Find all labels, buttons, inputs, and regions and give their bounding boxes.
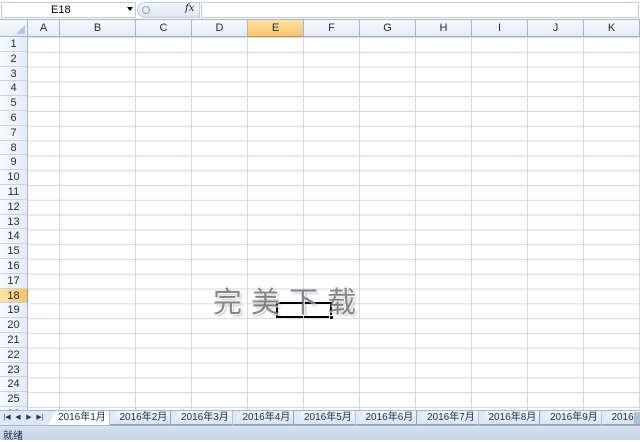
sheet-nav-buttons: |◀◀▶▶| xyxy=(0,411,48,425)
row-header-22[interactable]: 22 xyxy=(0,348,28,363)
row-header-21[interactable]: 21 xyxy=(0,333,28,348)
formula-bar: E18 fx xyxy=(0,0,640,20)
name-box[interactable]: E18 xyxy=(1,2,136,18)
name-box-value: E18 xyxy=(51,4,71,16)
row-header-25[interactable]: 25 xyxy=(0,392,28,407)
row-header-3[interactable]: 3 xyxy=(0,67,28,82)
gridline xyxy=(191,37,192,410)
sheet-tabs: 2016年1月2016年2月2016年3月2016年4月2016年5月2016年… xyxy=(48,411,640,425)
row-header-24[interactable]: 24 xyxy=(0,377,28,392)
gridline xyxy=(527,37,528,410)
row-header-14[interactable]: 14 xyxy=(0,229,28,244)
row-header-12[interactable]: 12 xyxy=(0,200,28,215)
column-header-b[interactable]: B xyxy=(60,20,136,37)
column-header-a[interactable]: A xyxy=(28,20,60,37)
gridline xyxy=(135,37,136,410)
row-header-10[interactable]: 10 xyxy=(0,170,28,185)
sheet-tab-bar: |◀◀▶▶| 2016年1月2016年2月2016年3月2016年4月2016年… xyxy=(0,410,640,425)
row-header-23[interactable]: 23 xyxy=(0,363,28,378)
cell-area[interactable] xyxy=(28,37,640,410)
insert-function-button[interactable]: fx xyxy=(185,3,194,14)
status-bar: 就绪 xyxy=(0,425,640,440)
row-header-2[interactable]: 2 xyxy=(0,52,28,67)
sheet-tab[interactable]: 2016年4月 xyxy=(233,411,295,425)
next-sheet-icon[interactable]: ▶ xyxy=(24,413,34,423)
select-all-icon xyxy=(16,25,25,34)
row-header-18[interactable]: 18 xyxy=(0,289,28,304)
formula-input[interactable] xyxy=(201,2,639,18)
column-header-h[interactable]: H xyxy=(416,20,472,37)
select-all-button[interactable] xyxy=(0,20,28,37)
row-header-20[interactable]: 20 xyxy=(0,318,28,333)
column-header-c[interactable]: C xyxy=(136,20,192,37)
row-header-17[interactable]: 17 xyxy=(0,274,28,289)
row-header-11[interactable]: 11 xyxy=(0,185,28,200)
row-header-1[interactable]: 1 xyxy=(0,37,28,52)
row-header-13[interactable]: 13 xyxy=(0,215,28,230)
sheet-tab[interactable]: 2016年7月 xyxy=(417,411,479,425)
row-header-8[interactable]: 8 xyxy=(0,141,28,156)
row-header-19[interactable]: 19 xyxy=(0,303,28,318)
row-header-6[interactable]: 6 xyxy=(0,111,28,126)
column-header-i[interactable]: I xyxy=(472,20,528,37)
column-headers: ABCDEFGHIJK xyxy=(28,20,640,37)
column-header-d[interactable]: D xyxy=(192,20,248,37)
column-header-f[interactable]: F xyxy=(304,20,360,37)
chevron-down-icon[interactable] xyxy=(127,7,133,11)
sheet-tab[interactable]: 2016年1月 xyxy=(48,411,110,425)
column-header-j[interactable]: J xyxy=(528,20,584,37)
gridline xyxy=(59,37,60,410)
column-header-e[interactable]: E xyxy=(248,20,304,37)
first-sheet-icon[interactable]: |◀ xyxy=(2,413,12,423)
last-sheet-icon[interactable]: ▶| xyxy=(35,413,45,423)
insert-function-area: fx xyxy=(137,2,200,18)
column-header-g[interactable]: G xyxy=(360,20,416,37)
row-header-15[interactable]: 15 xyxy=(0,244,28,259)
tab-split-handle[interactable] xyxy=(634,412,640,424)
sheet-tab[interactable]: 2016年2月 xyxy=(110,411,172,425)
sheet-tab[interactable]: 2016年8月 xyxy=(479,411,541,425)
active-cell[interactable] xyxy=(276,302,332,318)
gridline xyxy=(471,37,472,410)
resize-handle-icon[interactable] xyxy=(142,6,150,14)
row-header-7[interactable]: 7 xyxy=(0,126,28,141)
gridline xyxy=(583,37,584,410)
fill-handle[interactable] xyxy=(329,315,334,320)
prev-sheet-icon[interactable]: ◀ xyxy=(13,413,23,423)
row-header-9[interactable]: 9 xyxy=(0,155,28,170)
sheet-tab[interactable]: 2016年5月 xyxy=(294,411,356,425)
gridline xyxy=(359,37,360,410)
sheet-tab[interactable]: 2016年3月 xyxy=(171,411,233,425)
row-header-16[interactable]: 16 xyxy=(0,259,28,274)
gridline xyxy=(247,37,248,410)
sheet-tab[interactable]: 2016年6月 xyxy=(356,411,418,425)
column-header-k[interactable]: K xyxy=(584,20,640,37)
row-header-4[interactable]: 4 xyxy=(0,81,28,96)
gridline xyxy=(415,37,416,410)
gridline xyxy=(303,37,304,410)
worksheet-grid: ABCDEFGHIJK 1234567891011121314151617181… xyxy=(0,20,640,410)
row-header-5[interactable]: 5 xyxy=(0,96,28,111)
sheet-tab[interactable]: 2016年9月 xyxy=(540,411,602,425)
